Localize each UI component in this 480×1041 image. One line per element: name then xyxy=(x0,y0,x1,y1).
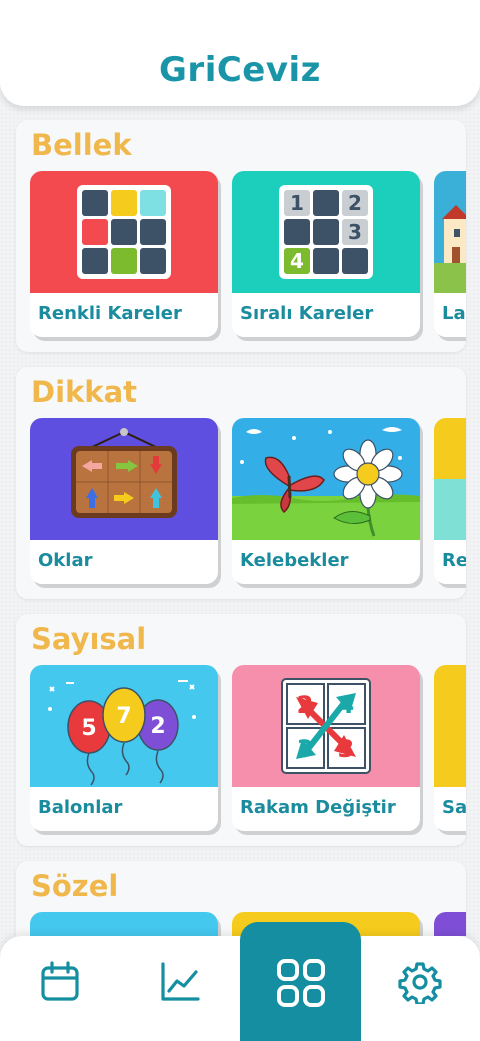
house-thumbnail xyxy=(434,171,466,293)
game-card-label: La xyxy=(442,303,466,324)
oklar-thumbnail xyxy=(30,418,218,540)
game-card-label: Re xyxy=(442,550,466,571)
game-card-kelebekler[interactable]: Kelebekler xyxy=(232,418,420,584)
rakam-degistir-thumbnail: 2 4 3 3 xyxy=(232,665,420,787)
section-numeric: Sayısal 5 7 2 Balonlar Rakam Değiştir Sa xyxy=(16,614,466,846)
chart-icon xyxy=(161,962,200,1001)
section-title: Bellek xyxy=(31,128,132,162)
calendar-icon xyxy=(41,961,79,1001)
game-card-partial[interactable]: La xyxy=(434,171,466,337)
balloon-number: 7 xyxy=(116,704,131,729)
grid-number: 4 xyxy=(290,249,304,273)
game-card[interactable] xyxy=(434,912,466,936)
grid-number: 2 xyxy=(348,191,362,215)
partial-thumbnail xyxy=(434,665,466,787)
card-thumbnail xyxy=(434,912,466,936)
game-card-label: Oklar xyxy=(38,550,93,571)
app-title: GriCeviz xyxy=(159,50,321,90)
game-categories[interactable]: Bellek Renkli Kareler 1 2 3 4 Sıralı Kar… xyxy=(0,106,480,936)
balloon-number: 5 xyxy=(81,716,96,741)
game-card[interactable] xyxy=(30,912,218,936)
kelebekler-thumbnail xyxy=(232,418,420,540)
section-memory: Bellek Renkli Kareler 1 2 3 4 Sıralı Kar… xyxy=(16,120,466,352)
game-card-sirali-kareler[interactable]: 1 2 3 4 Sıralı Kareler xyxy=(232,171,420,337)
section-title: Sözel xyxy=(31,869,119,903)
section-verbal: Sözel xyxy=(16,861,466,936)
game-card-partial[interactable]: Re xyxy=(434,418,466,584)
game-card-label: Renkli Kareler xyxy=(38,303,182,324)
bottom-navigation xyxy=(0,922,480,1041)
grid-number: 1 xyxy=(290,191,304,215)
game-card-label: Sa xyxy=(442,797,466,818)
game-card-oklar[interactable]: Oklar xyxy=(30,418,218,584)
nav-settings-button[interactable] xyxy=(398,960,442,1006)
nav-calendar-button[interactable] xyxy=(38,960,82,1004)
grid-number: 3 xyxy=(348,220,362,244)
game-card-renkli-kareler[interactable]: Renkli Kareler xyxy=(30,171,218,337)
grid-icon xyxy=(277,959,325,1007)
section-attention: Dikkat Oklar Kelebekler Re xyxy=(16,367,466,599)
section-title: Dikkat xyxy=(31,375,138,409)
nav-games-button[interactable] xyxy=(276,958,326,1008)
game-card-label: Balonlar xyxy=(38,797,123,818)
game-card-balonlar[interactable]: 5 7 2 Balonlar xyxy=(30,665,218,831)
partial-thumbnail xyxy=(434,418,466,540)
game-card-label: Kelebekler xyxy=(240,550,349,571)
balloon-number: 2 xyxy=(150,714,165,739)
sirali-kareler-thumbnail: 1 2 3 4 xyxy=(232,171,420,293)
game-card-rakam-degistir[interactable]: 2 4 3 3 Rakam Değiştir xyxy=(232,665,420,831)
card-thumbnail xyxy=(30,912,218,936)
settings-icon xyxy=(398,962,442,1006)
renkli-kareler-thumbnail xyxy=(30,171,218,293)
balonlar-thumbnail: 5 7 2 xyxy=(30,665,218,787)
app-header: GriCeviz xyxy=(0,0,480,106)
game-card-label: Sıralı Kareler xyxy=(240,303,374,324)
nav-stats-button[interactable] xyxy=(158,960,202,1004)
game-card-label: Rakam Değiştir xyxy=(240,797,396,818)
game-card-partial[interactable]: Sa xyxy=(434,665,466,831)
section-title: Sayısal xyxy=(31,622,147,656)
